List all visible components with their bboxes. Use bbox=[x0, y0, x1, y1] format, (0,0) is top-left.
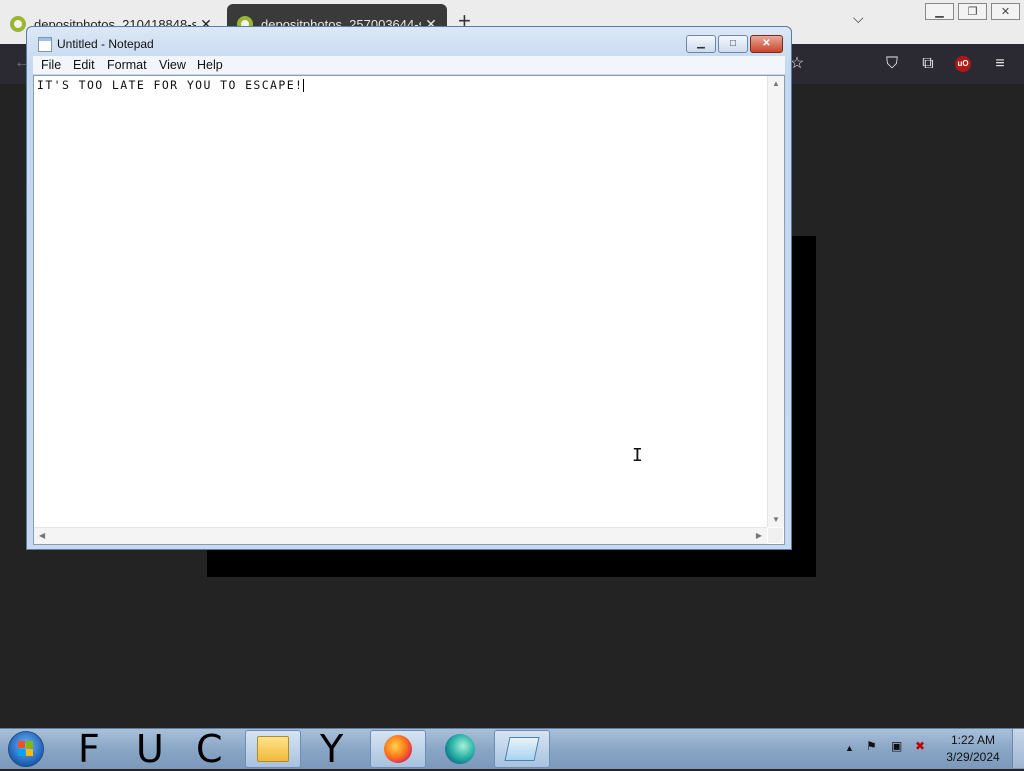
browser-minimize-button[interactable]: ▁ bbox=[925, 3, 954, 20]
browser-restore-button[interactable]: ❐ bbox=[958, 3, 987, 20]
taskbar-notepad-button[interactable] bbox=[494, 730, 550, 768]
taskbar-letter-y: Y bbox=[320, 727, 344, 771]
folder-icon bbox=[257, 736, 289, 762]
network-icon[interactable]: ▣ bbox=[891, 739, 902, 753]
menu-view[interactable]: View bbox=[159, 58, 186, 72]
taskbar: F U C Y ▲ ⚑ ▣ ✖ bbox=[0, 728, 1024, 769]
window-title: Untitled - Notepad bbox=[57, 37, 154, 51]
clock-date: 3/29/2024 bbox=[946, 750, 1000, 764]
clock-time: 1:22 AM bbox=[950, 733, 996, 747]
scroll-left-arrow-icon[interactable]: ◀ bbox=[39, 531, 45, 540]
menu-help[interactable]: Help bbox=[197, 58, 223, 72]
editor-content: IT'S TOO LATE FOR YOU TO ESCAPE! bbox=[37, 78, 304, 92]
scroll-up-arrow-icon[interactable]: ▲ bbox=[772, 79, 780, 88]
close-button[interactable]: ✕ bbox=[750, 35, 783, 53]
menu-file[interactable]: File bbox=[41, 58, 61, 72]
menu-format[interactable]: Format bbox=[107, 58, 147, 72]
menu-edit[interactable]: Edit bbox=[73, 58, 95, 72]
resize-grip-icon[interactable] bbox=[768, 528, 783, 543]
pocket-icon[interactable]: ⛉ bbox=[882, 54, 902, 74]
edge-icon bbox=[445, 734, 475, 764]
volume-muted-icon[interactable]: ✖ bbox=[915, 739, 925, 753]
editor-text-line: IT'S TOO LATE FOR YOU TO ESCAPE! bbox=[37, 78, 305, 92]
menu-bar: File Edit Format View Help bbox=[33, 56, 785, 74]
windows-logo-icon bbox=[18, 741, 34, 757]
extensions-icon[interactable]: ⧉ bbox=[918, 54, 938, 74]
scroll-down-arrow-icon[interactable]: ▼ bbox=[772, 515, 780, 524]
taskbar-edge-button[interactable] bbox=[432, 730, 488, 768]
notepad-icon bbox=[504, 737, 540, 761]
site-favicon-icon bbox=[10, 16, 26, 32]
text-caret bbox=[303, 79, 305, 92]
taskbar-letter-c: C bbox=[196, 727, 223, 771]
taskbar-letter-u: U bbox=[136, 727, 164, 771]
ublock-origin-icon[interactable]: uO bbox=[955, 56, 971, 72]
menu-hamburger-icon[interactable]: ≡ bbox=[990, 54, 1010, 74]
tab-list-chevron-icon[interactable]: ⌵ bbox=[853, 10, 864, 27]
horizontal-scrollbar[interactable]: ◀ ▶ bbox=[34, 527, 767, 544]
browser-close-button[interactable]: ✕ bbox=[991, 3, 1020, 20]
taskbar-clock[interactable]: 1:22 AM 3/29/2024 bbox=[940, 732, 1006, 766]
start-button[interactable] bbox=[8, 731, 44, 767]
taskbar-letter-f: F bbox=[78, 727, 100, 771]
scroll-right-arrow-icon[interactable]: ▶ bbox=[756, 531, 762, 540]
notepad-icon bbox=[38, 37, 52, 52]
tray-overflow-arrow-icon[interactable]: ▲ bbox=[845, 743, 854, 753]
minimize-button[interactable]: ▁ bbox=[686, 35, 716, 53]
vertical-scrollbar[interactable]: ▲ ▼ bbox=[767, 76, 784, 527]
action-center-flag-icon[interactable]: ⚑ bbox=[866, 739, 877, 753]
firefox-icon bbox=[384, 735, 412, 763]
maximize-button[interactable]: □ bbox=[718, 35, 748, 53]
notepad-window[interactable]: Untitled - Notepad ▁ □ ✕ File Edit Forma… bbox=[26, 26, 792, 550]
taskbar-firefox-button[interactable] bbox=[370, 730, 426, 768]
text-cursor-ibeam-icon: I bbox=[632, 445, 643, 466]
show-desktop-button[interactable] bbox=[1012, 729, 1024, 768]
text-editor-area[interactable]: IT'S TOO LATE FOR YOU TO ESCAPE! ▲ ▼ ◀ ▶ bbox=[33, 75, 785, 545]
taskbar-explorer-button[interactable] bbox=[245, 730, 301, 768]
